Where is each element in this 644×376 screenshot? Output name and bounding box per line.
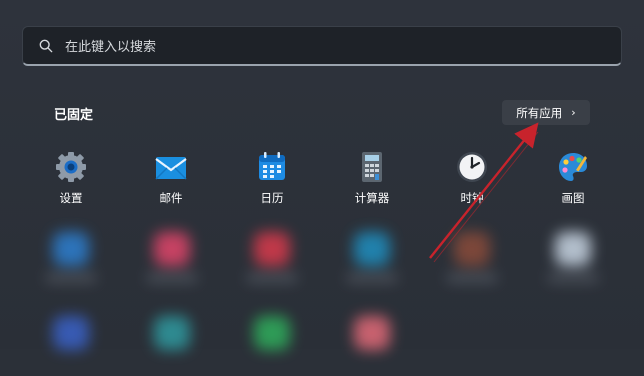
all-apps-label: 所有应用 — [516, 105, 563, 120]
blurred-pinned-app[interactable] — [344, 232, 400, 292]
app-label: 设置 — [59, 191, 83, 205]
pinned-app-paint[interactable]: 画图 — [533, 150, 613, 210]
app-label: 日历 — [260, 191, 284, 205]
app-label: 计算器 — [354, 191, 390, 205]
blurred-pinned-app[interactable] — [344, 316, 400, 376]
blurred-pinned-app[interactable] — [244, 316, 300, 376]
search-icon — [39, 39, 53, 52]
pinned-app-calculator[interactable]: 计算器 — [332, 150, 412, 210]
blurred-pinned-app[interactable] — [144, 232, 200, 292]
blurred-pinned-app[interactable] — [43, 316, 99, 376]
app-label: 时钟 — [460, 191, 484, 205]
pinned-app-clock[interactable]: 时钟 — [432, 150, 512, 210]
all-apps-button[interactable]: 所有应用 › — [502, 100, 590, 125]
blurred-pinned-app[interactable] — [244, 232, 300, 292]
pinned-app-mail[interactable]: 邮件 — [131, 150, 211, 210]
blurred-pinned-app[interactable] — [144, 316, 200, 376]
blurred-pinned-app[interactable] — [43, 232, 99, 292]
app-label: 画图 — [561, 191, 585, 205]
pinned-app-calendar[interactable]: 日历 — [232, 150, 312, 210]
pinned-app-settings[interactable]: 设置 — [31, 150, 111, 210]
gear-icon — [56, 152, 86, 182]
blurred-pinned-app[interactable] — [545, 232, 601, 292]
calendar-icon — [259, 152, 285, 180]
search-input[interactable]: 在此键入以搜索 — [22, 26, 622, 66]
chevron-right-icon: › — [571, 106, 576, 119]
paint-palette-icon — [559, 153, 587, 181]
calculator-icon — [362, 152, 382, 182]
search-placeholder: 在此键入以搜索 — [65, 40, 157, 55]
mail-icon — [155, 157, 187, 180]
blurred-pinned-app[interactable] — [444, 232, 500, 292]
app-label: 邮件 — [159, 191, 183, 205]
pinned-section-title: 已固定 — [54, 108, 94, 123]
clock-icon — [457, 152, 487, 182]
